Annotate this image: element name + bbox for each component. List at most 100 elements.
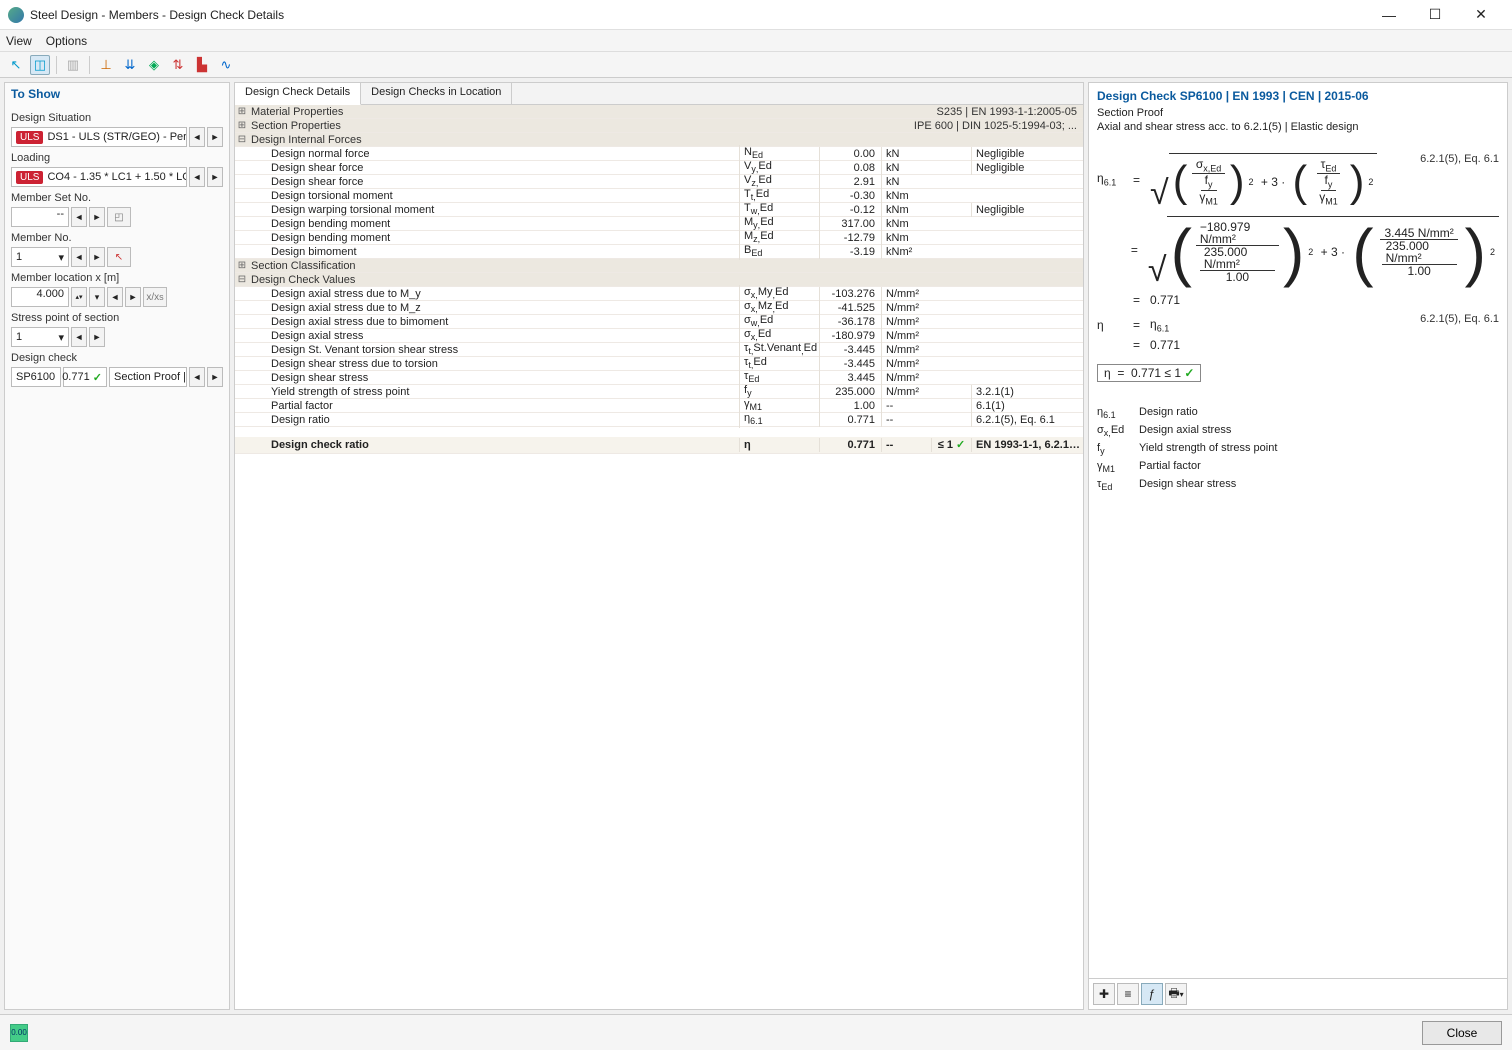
expand-icon[interactable]: ⊞ xyxy=(235,105,249,119)
sym-desc: Design shear stress xyxy=(1139,478,1236,492)
tool-select-icon[interactable]: ↖ xyxy=(6,55,26,75)
row-ext2: 3.2.1(1) xyxy=(971,385,1083,399)
tool-load1-icon[interactable]: ⇊ xyxy=(120,55,140,75)
rt-list-icon[interactable]: ≡ xyxy=(1117,983,1139,1005)
row-val: 0.08 xyxy=(819,161,881,175)
dc-sp: SP6100 xyxy=(11,367,61,387)
ms-prev-button[interactable]: ◄ xyxy=(71,207,87,227)
classification-header: Section Classification xyxy=(249,259,1083,273)
ml-stepper[interactable]: ▴▾ xyxy=(71,287,87,307)
sym-code: fy xyxy=(1097,442,1127,456)
ml-next-button[interactable]: ► xyxy=(125,287,141,307)
rt-print-icon[interactable]: 🖶 ▾ xyxy=(1165,983,1187,1005)
tool-page-icon[interactable]: ▥ xyxy=(63,55,83,75)
ms-next-button[interactable]: ► xyxy=(89,207,105,227)
row-unit: kN xyxy=(881,147,931,161)
footer: 0.00 Close xyxy=(0,1014,1512,1050)
co-prev-button[interactable]: ◄ xyxy=(189,167,205,187)
dc-val: 0.771 xyxy=(62,371,90,383)
ms-pick-button[interactable]: ◰ xyxy=(107,207,131,227)
chevron-down-icon: ▾ xyxy=(58,251,64,264)
close-window-button[interactable]: ✕ xyxy=(1458,0,1504,30)
final-sym: η xyxy=(739,438,819,452)
sp-next-button[interactable]: ► xyxy=(89,327,105,347)
fy-val2: 235.000 N/mm² xyxy=(1382,240,1457,265)
section-right: IPE 600 | DIN 1025-5:1994-03; ... xyxy=(914,119,1083,133)
ml-prev-button[interactable]: ◄ xyxy=(107,287,123,307)
loading-combo[interactable]: ULS CO4 - 1.35 * LC1 + 1.50 * LC2 ▾ xyxy=(11,167,187,187)
tool-beam-icon[interactable]: ⊥ xyxy=(96,55,116,75)
forces-header: Design Internal Forces xyxy=(249,133,1083,147)
sp-prev-button[interactable]: ◄ xyxy=(71,327,87,347)
member-set-input[interactable]: -- xyxy=(11,207,69,227)
tool-curve-icon[interactable]: ∿ xyxy=(216,55,236,75)
menu-options[interactable]: Options xyxy=(46,34,87,48)
material-right: S235 | EN 1993-1-1:2005-05 xyxy=(937,105,1083,119)
row-name: Yield strength of stress point xyxy=(249,385,739,399)
expand-icon[interactable]: ⊞ xyxy=(235,259,249,273)
final-unit: -- xyxy=(881,438,931,452)
mn-prev-button[interactable]: ◄ xyxy=(71,247,87,267)
row-ext2: 6.1(1) xyxy=(971,399,1083,413)
member-no-input[interactable]: 1 xyxy=(16,251,22,263)
sym-desc: Yield strength of stress point xyxy=(1139,442,1277,456)
tab-location[interactable]: Design Checks in Location xyxy=(361,83,512,104)
minimize-button[interactable]: — xyxy=(1366,0,1412,30)
tool-moment-icon[interactable]: ⇅ xyxy=(168,55,188,75)
close-button[interactable]: Close xyxy=(1422,1021,1502,1045)
ml-dropdown[interactable]: ▾ xyxy=(89,287,105,307)
values-header: Design Check Values xyxy=(249,273,1083,287)
member-no-label: Member No. xyxy=(11,232,223,244)
right-toolbar: ✚ ≡ ƒ 🖶 ▾ xyxy=(1089,978,1507,1009)
to-show-title: To Show xyxy=(11,87,223,101)
dc-next-button[interactable]: ► xyxy=(207,367,223,387)
final-ref: EN 1993-1-1, 6.2.1(5), E... xyxy=(971,438,1083,452)
tool-graph-icon[interactable]: ▙ xyxy=(192,55,212,75)
rt-format-icon[interactable]: ƒ xyxy=(1141,983,1163,1005)
rt-add-icon[interactable]: ✚ xyxy=(1093,983,1115,1005)
ds-next-button[interactable]: ► xyxy=(207,127,223,147)
row-val: -0.12 xyxy=(819,203,881,217)
maximize-button[interactable]: ☐ xyxy=(1412,0,1458,30)
row-val: -3.445 xyxy=(819,343,881,357)
center-panel: Design Check Details Design Checks in Lo… xyxy=(234,82,1084,1010)
gm-val: 1.00 xyxy=(1222,271,1253,283)
stress-point-input[interactable]: 1 xyxy=(16,331,22,343)
tool-detail-icon[interactable]: ◫ xyxy=(30,55,50,75)
final-val: 0.771 xyxy=(819,438,881,452)
toolbar: ↖ ◫ ▥ ⊥ ⇊ ◈ ⇅ ▙ ∿ xyxy=(0,52,1512,78)
row-val: 235.000 xyxy=(819,385,881,399)
design-situation-combo[interactable]: ULS DS1 - ULS (STR/GEO) - Permane... xyxy=(11,127,187,147)
collapse-icon[interactable]: ⊟ xyxy=(235,133,249,147)
row-unit: N/mm² xyxy=(881,371,931,385)
window-title: Steel Design - Members - Design Check De… xyxy=(30,8,1366,22)
mn-next-button[interactable]: ► xyxy=(89,247,105,267)
symbol-table: η6.1Design ratioσx,EdDesign axial stress… xyxy=(1089,400,1507,499)
uls-badge: ULS xyxy=(16,171,43,184)
row-name: Design shear force xyxy=(249,161,739,175)
co-next-button[interactable]: ► xyxy=(207,167,223,187)
tree[interactable]: ⊞Material PropertiesS235 | EN 1993-1-1:2… xyxy=(235,105,1083,1009)
tab-details[interactable]: Design Check Details xyxy=(235,83,361,105)
loading-label: Loading xyxy=(11,152,223,164)
dc-prev-button[interactable]: ◄ xyxy=(189,367,205,387)
mn-pick-button[interactable]: ↖ xyxy=(107,247,131,267)
menu-view[interactable]: View xyxy=(6,34,32,48)
sym-desc: Design ratio xyxy=(1139,406,1198,420)
material-header: Material Properties xyxy=(249,105,937,119)
row-name: Design bimoment xyxy=(249,245,739,259)
fy-val: 235.000 N/mm² xyxy=(1200,246,1275,271)
collapse-icon[interactable]: ⊟ xyxy=(235,273,249,287)
sym-code: τEd xyxy=(1097,478,1127,492)
formula-area: 6.2.1(5), Eq. 6.1 η6.1= ( σx,EdfyγM1 )2 … xyxy=(1089,133,1507,400)
row-unit: kNm xyxy=(881,217,931,231)
ds-prev-button[interactable]: ◄ xyxy=(189,127,205,147)
expand-icon[interactable]: ⊞ xyxy=(235,119,249,133)
row-val: -103.276 xyxy=(819,287,881,301)
ds-text: DS1 - ULS (STR/GEO) - Permane... xyxy=(47,131,187,143)
ml-x-xs-button[interactable]: x/xs xyxy=(143,287,167,307)
section-header: Section Properties xyxy=(249,119,914,133)
right-panel: Design Check SP6100 | EN 1993 | CEN | 20… xyxy=(1088,82,1508,1010)
member-loc-input[interactable]: 4.000 xyxy=(11,287,69,307)
tool-load2-icon[interactable]: ◈ xyxy=(144,55,164,75)
